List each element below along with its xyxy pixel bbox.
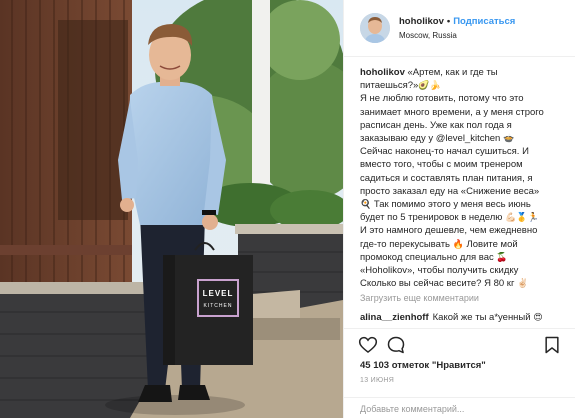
add-comment-placeholder: Добавьте комментарий... — [360, 404, 465, 414]
caption-line: промокод специально для вас 🍒 — [360, 251, 508, 263]
likes-count[interactable]: 45 103 отметок "Нравится" — [360, 360, 486, 371]
caption-line: Я не люблю готовить, потому что это — [360, 93, 524, 105]
caption-line: занимает много времени, а у меня строго — [360, 106, 544, 118]
caption-line: «Hoholikov», чтобы получить скидку — [360, 265, 519, 277]
comment-item: alina__zienhoff Какой же ты а*уенный 😍 — [360, 312, 543, 323]
load-more-comments-link[interactable]: Загрузить еще комментарии — [360, 293, 479, 303]
heart-icon[interactable] — [358, 335, 378, 355]
cherry-emoji: 🍒 — [496, 251, 508, 262]
food-emoji: 🍲 — [502, 133, 515, 144]
avatar-image — [360, 13, 390, 43]
heart-eyes-emoji: 😍 — [533, 312, 543, 322]
sport-emoji: 💪🏻🥇🏃 — [505, 212, 539, 223]
bookmark-icon[interactable] — [542, 335, 562, 355]
caption-line: Сейчас наконец-то начал сушиться. И — [360, 146, 529, 158]
comment-text: Какой же ты а*уенный — [432, 312, 531, 323]
author-username[interactable]: hoholikov — [399, 16, 444, 27]
bag-brand-top: LEVEL — [203, 289, 234, 298]
caption-line: питаешься?»🥑🍌 — [360, 80, 441, 92]
fire-emoji: 🔥 — [452, 238, 464, 249]
post-photo[interactable]: LEVEL KITCHEN — [0, 0, 343, 418]
caption-line: где-то перекусывать 🔥 Ловите мой — [360, 238, 518, 250]
add-comment-field[interactable]: Добавьте комментарий... — [344, 397, 575, 418]
caption-line: 🍳 Так помимо этого у меня весь июнь — [360, 199, 531, 211]
caption-line-mention: заказываю еду у @level_kitchen 🍲 — [360, 133, 515, 145]
action-bar — [344, 328, 575, 362]
caption-first-line: hoholikov «Артем, как и где ты — [360, 66, 570, 79]
caption-line: будет по 5 тренировок в неделю 💪🏻🥇🏃 — [360, 212, 539, 224]
post-photo-illustration: LEVEL KITCHEN — [0, 0, 343, 418]
victory-emoji: ✌🏻 — [517, 278, 529, 289]
pan-emoji: 🍳 — [360, 199, 372, 210]
caption-line: «Артем, как и где ты — [407, 67, 498, 78]
post-panel: hoholikov • Подписаться Moscow, Russia hoh… — [343, 0, 575, 418]
follow-button[interactable]: Подписаться — [453, 16, 515, 27]
avatar[interactable] — [360, 13, 390, 43]
post-date[interactable]: 13 ИЮНЯ — [360, 377, 394, 384]
caption-author[interactable]: hoholikov — [360, 67, 405, 78]
separator-dot: • — [446, 16, 451, 27]
caption-line: расписан день. Уже как пол года я — [360, 119, 512, 131]
post-caption: hoholikov «Артем, как и где ты питаешься… — [360, 66, 570, 290]
caption-line: И это намного дешевле, чем ежедневно — [360, 225, 538, 237]
caption-line: Сколько вы сейчас весите? Я 80 кг ✌🏻 — [360, 278, 529, 290]
post-location[interactable]: Moscow, Russia — [399, 31, 457, 40]
caption-line: садиться и составлять план питания, я — [360, 172, 533, 184]
comment-author[interactable]: alina__zienhoff — [360, 312, 429, 323]
bag-brand-bottom: KITCHEN — [204, 303, 233, 309]
post-header: hoholikov • Подписаться Moscow, Russia — [344, 0, 575, 57]
comment-icon[interactable] — [386, 335, 406, 355]
avocado-banana-emoji: 🥑🍌 — [418, 80, 441, 91]
caption-line: вместо того, чтобы с моим тренером — [360, 159, 523, 171]
caption-line: просто заказал еду на «Снижение веса» — [360, 185, 540, 197]
